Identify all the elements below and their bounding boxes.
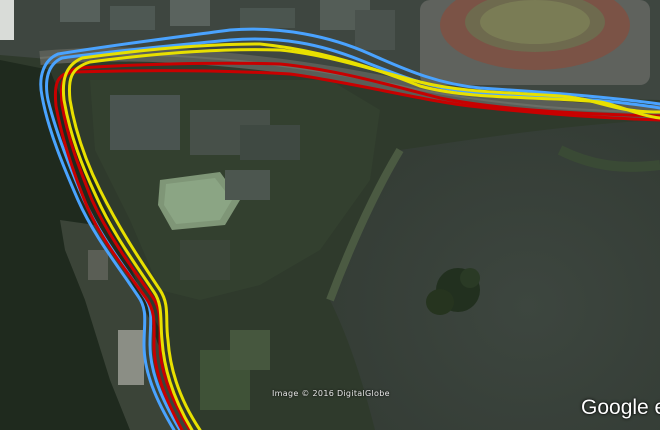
building [170,0,210,26]
map-imagery [0,0,660,430]
field [230,330,270,370]
building [0,0,14,40]
parking-lot [225,170,270,200]
building [240,125,300,160]
building [110,95,180,150]
imagery-copyright: Image © 2016 DigitalGlobe [272,389,390,398]
building [355,10,395,50]
building [110,6,155,30]
building [60,0,100,22]
satellite-map[interactable]: Image © 2016 DigitalGlobe Google e [0,0,660,430]
building [240,8,295,28]
stadium [420,0,650,85]
building [118,330,144,385]
google-logo[interactable]: Google e [581,396,660,420]
building [88,250,108,280]
field [180,240,230,280]
